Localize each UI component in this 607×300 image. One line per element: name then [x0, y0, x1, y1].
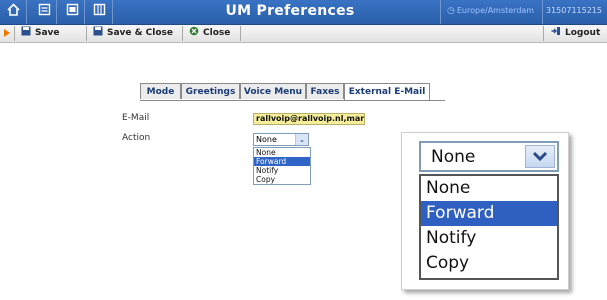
zoomed-action-select[interactable]: None: [419, 141, 559, 172]
email-field[interactable]: rallvoip@rallvoip.nl,marieke@: [253, 113, 365, 125]
title-bar: UM Preferences ◷ Europe/Amsterdam 3150711…: [0, 0, 607, 25]
list-icon[interactable]: [37, 3, 52, 19]
tab-external-email[interactable]: External E-Mail: [344, 83, 430, 101]
save-button[interactable]: Save: [21, 26, 60, 41]
zoomed-dropdown-list: None Forward Notify Copy: [419, 174, 559, 280]
action-option-none[interactable]: None: [254, 148, 310, 157]
title-divider: [56, 0, 57, 24]
action-option-copy[interactable]: Copy: [254, 175, 310, 184]
close-button[interactable]: Close: [189, 26, 230, 41]
grid-icon[interactable]: [92, 3, 107, 19]
zoomed-option-forward[interactable]: Forward: [421, 201, 557, 226]
email-label: E-Mail: [122, 113, 150, 123]
toolbar-divider: [14, 26, 15, 41]
calendar-icon[interactable]: [65, 3, 80, 19]
zoomed-select-value: None: [431, 147, 476, 167]
logout-icon: [551, 27, 560, 35]
title-divider: [440, 0, 441, 24]
page-title: UM Preferences: [225, 3, 355, 19]
zoomed-dropdown-callout: None None Forward Notify Copy: [401, 132, 569, 290]
save-close-button[interactable]: Save & Close: [93, 26, 173, 41]
action-label: Action: [122, 133, 151, 143]
close-icon: [189, 26, 199, 36]
arrow-right-icon: [4, 29, 10, 37]
logout-button[interactable]: Logout: [551, 26, 600, 41]
save-close-label: Save & Close: [107, 28, 173, 38]
title-divider: [542, 0, 543, 24]
action-select-value: None: [256, 135, 277, 144]
zoomed-option-none[interactable]: None: [421, 176, 557, 201]
clock-icon: ◷: [447, 6, 455, 16]
tab-greetings[interactable]: Greetings: [181, 83, 240, 99]
toolbar-divider: [240, 26, 241, 41]
chevron-down-icon[interactable]: ⌄: [295, 134, 308, 145]
logout-label: Logout: [565, 28, 601, 38]
save-label: Save: [35, 28, 60, 38]
timezone-link[interactable]: ◷ Europe/Amsterdam: [447, 6, 534, 16]
zoomed-option-notify[interactable]: Notify: [421, 226, 557, 251]
toolbar: Save Save & Close Close Logout: [0, 25, 607, 43]
toolbar-divider: [86, 26, 87, 41]
account-number: 31507115215: [546, 6, 602, 15]
close-label: Close: [203, 28, 231, 38]
tab-mode[interactable]: Mode: [140, 83, 181, 99]
tab-voice-menu[interactable]: Voice Menu: [240, 83, 306, 99]
action-select[interactable]: None ⌄: [253, 133, 309, 146]
tab-divider-line: [140, 100, 445, 101]
toolbar-divider: [182, 26, 183, 41]
title-divider: [84, 0, 85, 24]
title-divider: [26, 0, 27, 24]
timezone-text: Europe/Amsterdam: [456, 6, 535, 15]
toolbar-divider: [543, 26, 544, 41]
action-dropdown-list: None Forward Notify Copy: [253, 147, 311, 185]
home-icon[interactable]: [6, 3, 21, 19]
zoomed-option-copy[interactable]: Copy: [421, 251, 557, 276]
floppy-icon: [93, 26, 103, 36]
tab-faxes[interactable]: Faxes: [306, 83, 344, 99]
title-divider: [112, 0, 113, 24]
floppy-icon: [21, 26, 31, 36]
action-option-forward[interactable]: Forward: [254, 157, 310, 166]
action-option-notify[interactable]: Notify: [254, 166, 310, 175]
chevron-down-icon[interactable]: [525, 145, 555, 168]
